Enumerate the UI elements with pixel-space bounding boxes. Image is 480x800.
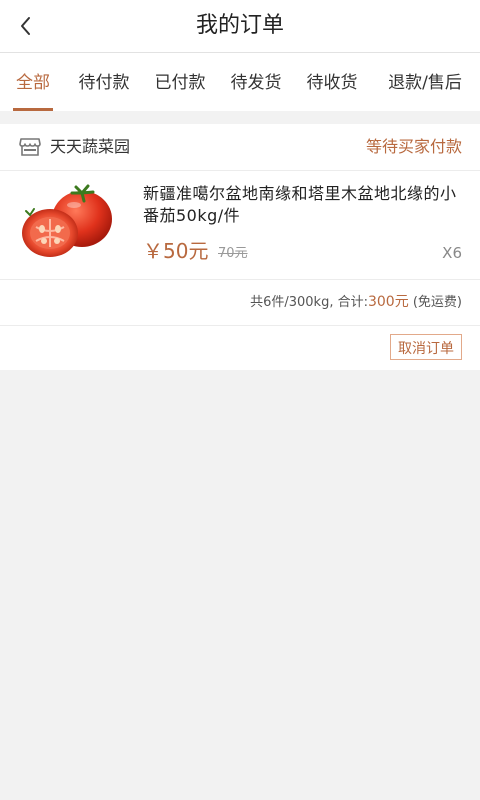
tab-refund-aftersale[interactable]: 退款/售后 [370,53,480,111]
cancel-order-button[interactable]: 取消订单 [390,334,462,360]
product-price: ￥50元 [143,239,209,263]
order-tabs: 全部 待付款 已付款 待发货 待收货 退款/售后 [0,53,480,111]
tomato-image [22,184,112,257]
order-status: 等待买家付款 [365,137,462,156]
summary-total: 300元 [367,294,409,310]
top-bar: 我的订单 [0,0,480,53]
order-actions: 取消订单 [0,326,480,370]
tab-pending-shipment[interactable]: 待发货 [218,53,294,111]
shop-icon [19,138,41,156]
page-title: 我的订单 [195,13,284,38]
shop-row[interactable]: 天天蔬菜园 等待买家付款 [0,124,480,171]
order-summary: 共6件/300kg, 合计:300元 (免运费) [0,280,480,326]
order-card: 天天蔬菜园 等待买家付款 新疆准噶尔盆地南缘和塔里木盆地北缘的小番茄50kg/件… [0,124,480,370]
summary-shipping-note: (免运费) [412,295,462,310]
product-quantity: X6 [442,244,462,262]
summary-prefix: 共6件/300kg, 合计: [250,295,368,310]
product-row[interactable]: 新疆准噶尔盆地南缘和塔里木盆地北缘的小番茄50kg/件 ￥50元 70元 X6 [0,171,480,280]
tab-all[interactable]: 全部 [0,53,66,111]
product-name: 新疆准噶尔盆地南缘和塔里木盆地北缘的小番茄50kg/件 [143,184,457,225]
product-original-price: 70元 [218,246,248,261]
tab-pending-payment[interactable]: 待付款 [66,53,142,111]
shop-name: 天天蔬菜园 [50,137,131,156]
summary-text: 共6件/300kg, 合计:300元 (免运费) [250,280,462,325]
tab-pending-receipt[interactable]: 待收货 [294,53,370,111]
tab-paid[interactable]: 已付款 [142,53,218,111]
